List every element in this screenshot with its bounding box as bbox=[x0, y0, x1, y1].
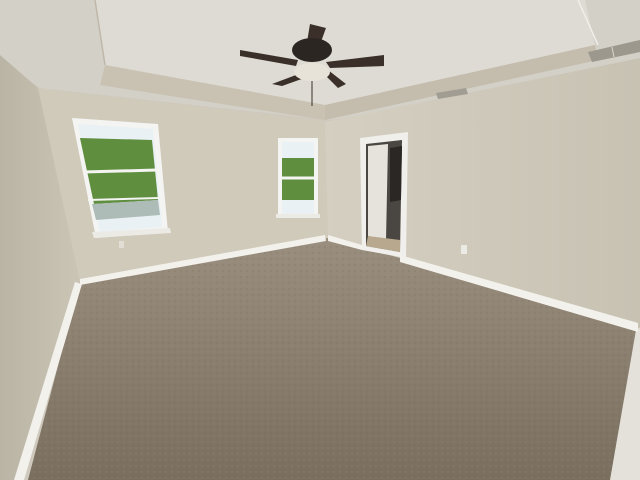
center-window bbox=[276, 138, 320, 218]
empty-bedroom-photo bbox=[0, 0, 640, 480]
outlet bbox=[461, 245, 467, 254]
open-door bbox=[360, 132, 408, 258]
outlet bbox=[119, 241, 124, 248]
